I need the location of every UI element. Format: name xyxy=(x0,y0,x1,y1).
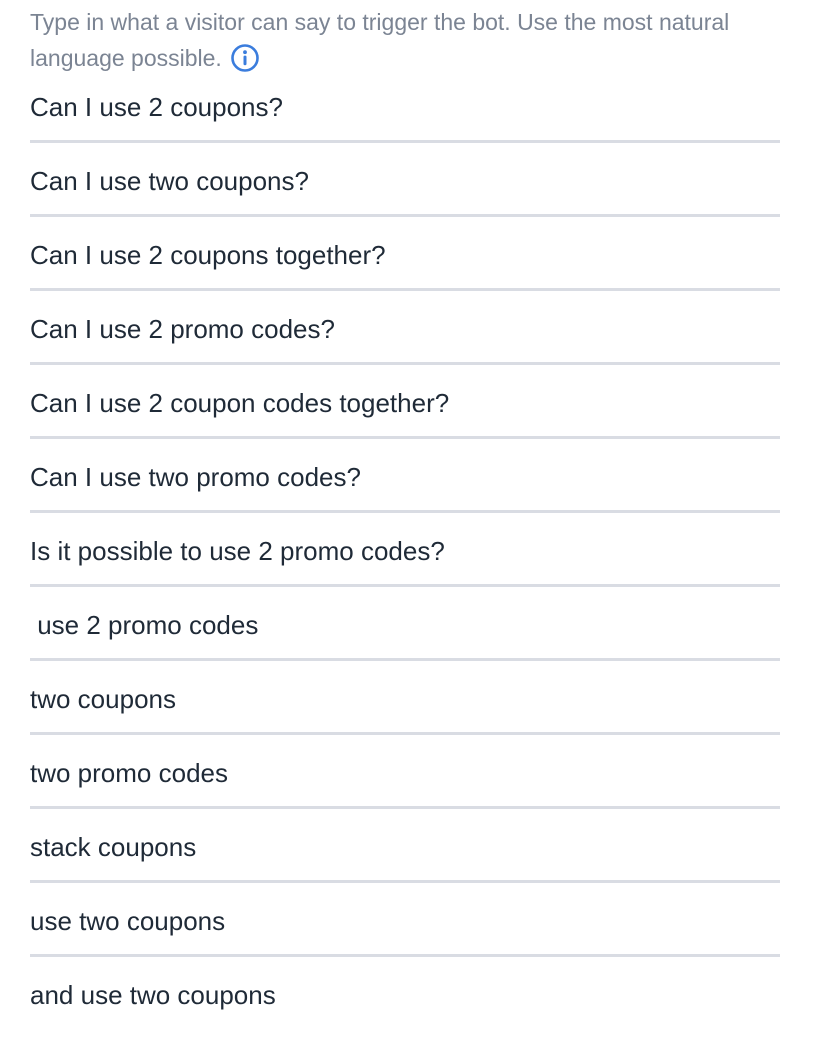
phrase-input[interactable] xyxy=(30,902,780,940)
phrase-input[interactable] xyxy=(30,532,780,570)
phrase-row xyxy=(30,735,780,809)
phrase-input[interactable] xyxy=(30,754,780,792)
phrase-input[interactable] xyxy=(30,162,780,200)
phrase-input[interactable] xyxy=(30,828,780,866)
training-phrase-list xyxy=(30,69,780,1031)
phrase-row xyxy=(30,513,780,587)
phrase-row xyxy=(30,883,780,957)
phrase-input[interactable] xyxy=(30,88,780,126)
phrase-input[interactable] xyxy=(30,458,780,496)
phrase-input[interactable] xyxy=(30,236,780,274)
phrase-row xyxy=(30,661,780,735)
phrase-row xyxy=(30,291,780,365)
instructions-label: Type in what a visitor can say to trigge… xyxy=(30,9,730,71)
phrase-row xyxy=(30,957,780,1031)
phrase-input[interactable] xyxy=(30,384,780,422)
phrase-row xyxy=(30,217,780,291)
phrase-row xyxy=(30,439,780,513)
phrase-row xyxy=(30,809,780,883)
phrase-row xyxy=(30,365,780,439)
phrase-input[interactable] xyxy=(30,680,780,718)
phrase-row xyxy=(30,69,780,143)
phrase-input[interactable] xyxy=(30,310,780,348)
phrase-row xyxy=(30,143,780,217)
phrase-input[interactable] xyxy=(30,606,780,644)
phrase-input[interactable] xyxy=(30,976,780,1014)
phrase-row xyxy=(30,587,780,661)
instructions-text: Type in what a visitor can say to trigge… xyxy=(30,4,750,76)
